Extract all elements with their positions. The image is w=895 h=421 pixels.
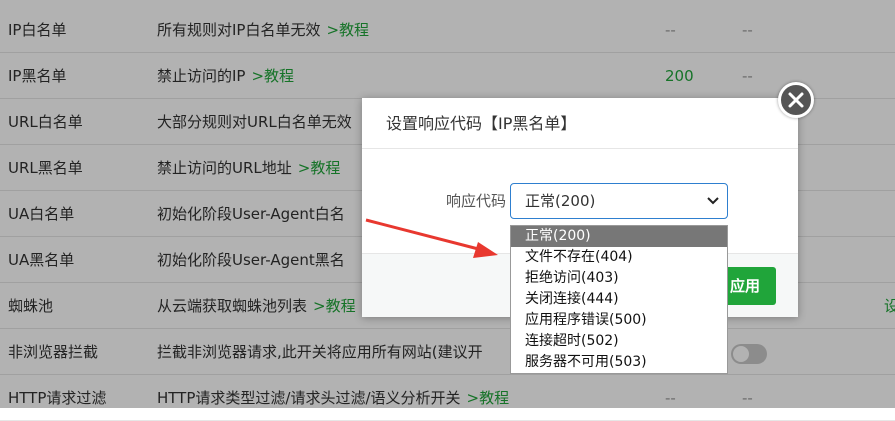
option-item[interactable]: 连接超时(502) — [511, 331, 727, 352]
option-item[interactable]: 正常(200) — [511, 226, 727, 247]
response-code-select[interactable]: 正常(200) — [510, 183, 728, 219]
option-item[interactable]: 拒绝访问(403) — [511, 268, 727, 289]
response-code-options: 正常(200) 文件不存在(404) 拒绝访问(403) 关闭连接(444) 应… — [510, 225, 728, 374]
annotation-arrow-icon — [365, 218, 498, 258]
select-value: 正常(200) — [525, 192, 596, 210]
chevron-down-icon — [707, 197, 719, 205]
option-item[interactable]: 服务器不可用(503) — [511, 352, 727, 373]
response-code-label: 响应代码 — [445, 192, 506, 210]
option-item[interactable]: 文件不存在(404) — [511, 247, 727, 268]
dialog-title: 设置响应代码【IP黑名单】 — [362, 98, 798, 149]
option-item[interactable]: 应用程序错误(500) — [511, 310, 727, 331]
close-dialog-button[interactable] — [778, 82, 814, 118]
close-icon — [788, 92, 804, 108]
option-item[interactable]: 关闭连接(444) — [511, 289, 727, 310]
